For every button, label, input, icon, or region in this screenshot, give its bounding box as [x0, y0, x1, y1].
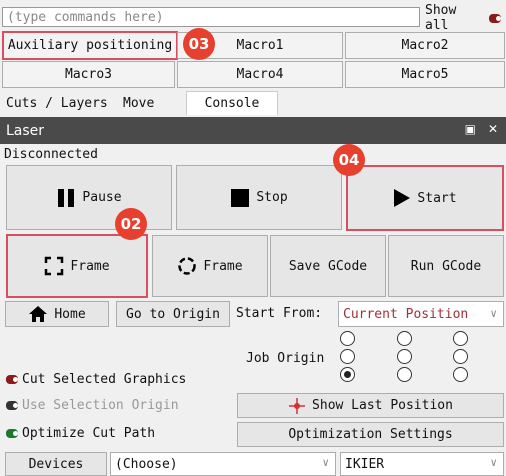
callout-badge-03-text: 03	[188, 35, 210, 53]
macro2-label: Macro2	[401, 38, 449, 53]
tab-console-label: Console	[204, 96, 260, 111]
show-last-position-button[interactable]: Show Last Position	[237, 393, 504, 418]
chevron-down-icon: ∨	[322, 456, 329, 469]
pause-button[interactable]: Pause	[6, 165, 172, 230]
optimization-settings-label: Optimization Settings	[288, 427, 453, 442]
pause-icon	[58, 188, 75, 207]
use-selection-origin-toggle[interactable]: Use Selection Origin	[6, 398, 179, 413]
device-name-select[interactable]: IKIER ∨	[340, 452, 504, 476]
job-origin-bottom-center[interactable]	[397, 367, 412, 382]
toggle-on-icon	[6, 429, 18, 438]
tab-bar: Cuts / Layers Move Console	[0, 90, 506, 116]
job-origin-label: Job Origin	[246, 351, 324, 366]
toggle-icon	[489, 13, 501, 23]
callout-badge-02: 02	[115, 208, 147, 240]
crosshair-icon	[289, 397, 306, 414]
auxiliary-positioning-button[interactable]: Auxiliary positioning	[2, 31, 178, 60]
macro2-button[interactable]: Macro2	[345, 32, 505, 59]
frame-rectangle-button[interactable]: Frame	[6, 234, 148, 298]
device-select-value: (Choose)	[115, 456, 178, 472]
start-label: Start	[417, 190, 457, 206]
optimize-cut-path-toggle[interactable]: Optimize Cut Path	[6, 426, 155, 441]
cut-selected-graphics-label: Cut Selected Graphics	[22, 372, 187, 387]
save-gcode-button[interactable]: Save GCode	[270, 235, 386, 297]
toggle-disabled-icon	[6, 401, 18, 410]
home-icon	[29, 306, 48, 322]
toggle-off-icon	[6, 375, 18, 384]
job-origin-label-text: Job Origin	[246, 351, 325, 366]
frame-rectangle-icon	[45, 256, 64, 276]
devices-button[interactable]: Devices	[5, 452, 107, 476]
home-button[interactable]: Home	[5, 301, 109, 327]
job-origin-bottom-right[interactable]	[453, 367, 468, 382]
laser-panel-titlebar: Laser ▣ ✕	[0, 117, 506, 144]
run-gcode-button[interactable]: Run GCode	[388, 235, 504, 297]
frame-rectangle-label: Frame	[70, 258, 110, 274]
job-origin-middle-right[interactable]	[453, 349, 468, 364]
job-origin-top-left[interactable]	[340, 331, 355, 346]
start-from-label: Start From:	[236, 306, 322, 321]
macro4-label: Macro4	[236, 67, 284, 82]
frame-circle-icon	[178, 257, 197, 275]
tab-cuts-layers-label: Cuts / Layers	[6, 95, 108, 111]
tab-console[interactable]: Console	[186, 91, 278, 115]
device-name-value: IKIER	[345, 456, 385, 472]
frame-circle-button[interactable]: Frame	[152, 235, 268, 297]
run-gcode-label: Run GCode	[410, 258, 482, 274]
close-icon[interactable]: ✕	[488, 122, 498, 136]
optimization-settings-button[interactable]: Optimization Settings	[237, 422, 504, 447]
play-icon	[394, 189, 411, 207]
tab-move-label: Move	[123, 95, 155, 111]
macro4-button[interactable]: Macro4	[177, 61, 343, 88]
stop-label: Stop	[256, 190, 288, 205]
stop-icon	[231, 188, 250, 207]
callout-badge-02-text: 02	[120, 215, 142, 233]
macro5-label: Macro5	[401, 67, 449, 82]
float-window-icon[interactable]: ▣	[465, 122, 476, 136]
macro1-label: Macro1	[236, 38, 284, 53]
pause-label: Pause	[82, 190, 122, 205]
optimize-cut-path-label: Optimize Cut Path	[22, 426, 156, 441]
home-label: Home	[54, 306, 86, 322]
chevron-down-icon: ∨	[490, 307, 497, 320]
auxiliary-positioning-label: Auxiliary positioning	[7, 38, 173, 53]
job-origin-bottom-left[interactable]	[340, 367, 355, 382]
callout-badge-03: 03	[183, 28, 215, 60]
show-all-label: Show all	[425, 3, 457, 33]
show-last-position-label: Show Last Position	[312, 398, 453, 413]
frame-circle-label: Frame	[203, 258, 243, 274]
save-gcode-label: Save GCode	[288, 258, 368, 274]
job-origin-top-right[interactable]	[453, 331, 468, 346]
job-origin-top-center[interactable]	[397, 331, 412, 346]
device-select[interactable]: (Choose) ∨	[110, 452, 336, 476]
macro5-button[interactable]: Macro5	[345, 61, 505, 88]
macro3-button[interactable]: Macro3	[2, 61, 175, 88]
show-all-toggle[interactable]: Show all	[425, 3, 505, 33]
chevron-down-icon: ∨	[490, 456, 497, 469]
callout-badge-04-text: 04	[338, 151, 360, 169]
panel-title: Laser	[6, 122, 45, 139]
connection-status-text: Disconnected	[4, 147, 98, 162]
stop-button[interactable]: Stop	[176, 165, 342, 230]
devices-label: Devices	[28, 456, 84, 472]
start-button[interactable]: Start	[346, 165, 504, 231]
connection-status: Disconnected	[4, 147, 98, 162]
start-from-value: Current Position	[343, 306, 469, 322]
go-to-origin-label: Go to Origin	[126, 306, 220, 322]
job-origin-middle-center[interactable]	[397, 349, 412, 364]
command-placeholder: (type commands here)	[7, 9, 164, 25]
go-to-origin-button[interactable]: Go to Origin	[116, 301, 230, 327]
callout-badge-04: 04	[333, 144, 365, 176]
tab-move[interactable]: Move	[123, 93, 154, 113]
tab-cuts-layers[interactable]: Cuts / Layers	[6, 93, 108, 113]
start-from-label-text: Start From:	[236, 306, 323, 321]
use-selection-origin-label: Use Selection Origin	[22, 398, 179, 413]
command-input[interactable]: (type commands here)	[2, 7, 420, 27]
cut-selected-graphics-toggle[interactable]: Cut Selected Graphics	[6, 372, 186, 387]
start-from-select[interactable]: Current Position ∨	[338, 301, 504, 327]
macro3-label: Macro3	[65, 67, 112, 82]
job-origin-middle-left[interactable]	[340, 349, 355, 364]
